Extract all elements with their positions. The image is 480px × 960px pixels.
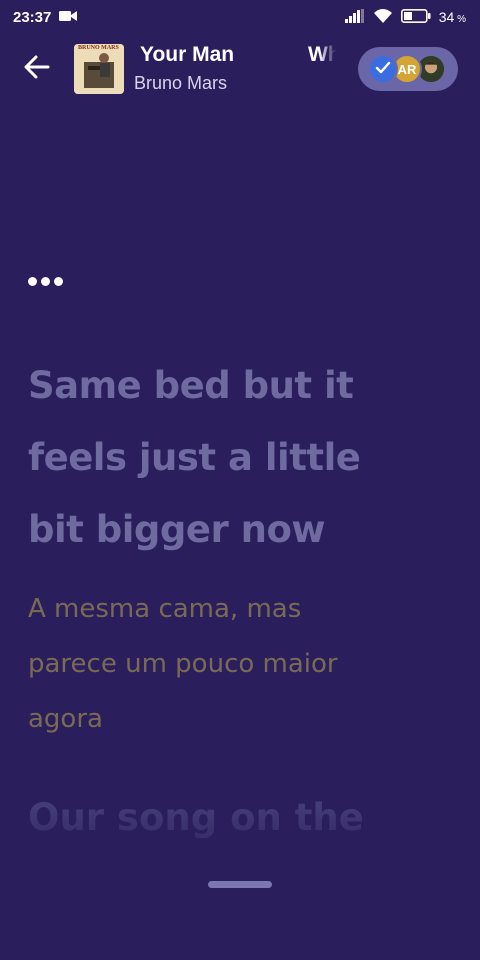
current-lyric[interactable]: Same bed but it feels just a little bit … — [28, 350, 448, 566]
wifi-icon — [373, 8, 393, 27]
album-art-text: BRUNO MARS — [78, 45, 119, 51]
back-button[interactable] — [20, 52, 54, 86]
dot — [54, 277, 63, 286]
song-artist: Bruno Mars — [134, 73, 228, 93]
signal-icon — [344, 8, 365, 26]
album-art[interactable]: BRUNO MARS — [74, 44, 124, 94]
battery-icon — [400, 8, 431, 26]
translation-line: parece um pouco maior — [28, 649, 338, 679]
lyric-line: Our song on the — [28, 796, 364, 839]
next-lyric[interactable]: Our song on the — [28, 782, 448, 854]
lyric-line: bit bigger now — [28, 508, 326, 551]
dot — [28, 277, 37, 286]
video-camera-icon — [59, 9, 78, 26]
lyric-line: feels just a little — [28, 436, 361, 479]
bottom-sheet-handle[interactable] — [208, 881, 272, 888]
instrumental-indicator — [28, 277, 63, 286]
arrow-left-icon — [24, 55, 50, 83]
check-icon — [375, 61, 391, 78]
translation-line: agora — [28, 704, 103, 734]
battery-percent: 34 % — [438, 9, 466, 25]
song-title: Your Man — [140, 43, 235, 66]
status-right: 34 % — [344, 8, 466, 27]
dot — [41, 277, 50, 286]
next-song-title: When I Was Your Man — [308, 43, 336, 66]
player-header: BRUNO MARS Your Man When I Was Your Man … — [0, 40, 480, 100]
status-time: 23:37 — [13, 8, 52, 26]
translation-line: A mesma cama, mas — [28, 594, 302, 624]
lyric-translation: A mesma cama, mas parece um pouco maior … — [28, 582, 448, 747]
translation-language-toggle[interactable]: AR — [358, 47, 458, 91]
translation-enabled-badge — [368, 54, 398, 84]
status-bar: 23:37 34 % — [0, 0, 480, 34]
status-left: 23:37 — [13, 8, 78, 26]
lyric-line: Same bed but it — [28, 364, 354, 407]
